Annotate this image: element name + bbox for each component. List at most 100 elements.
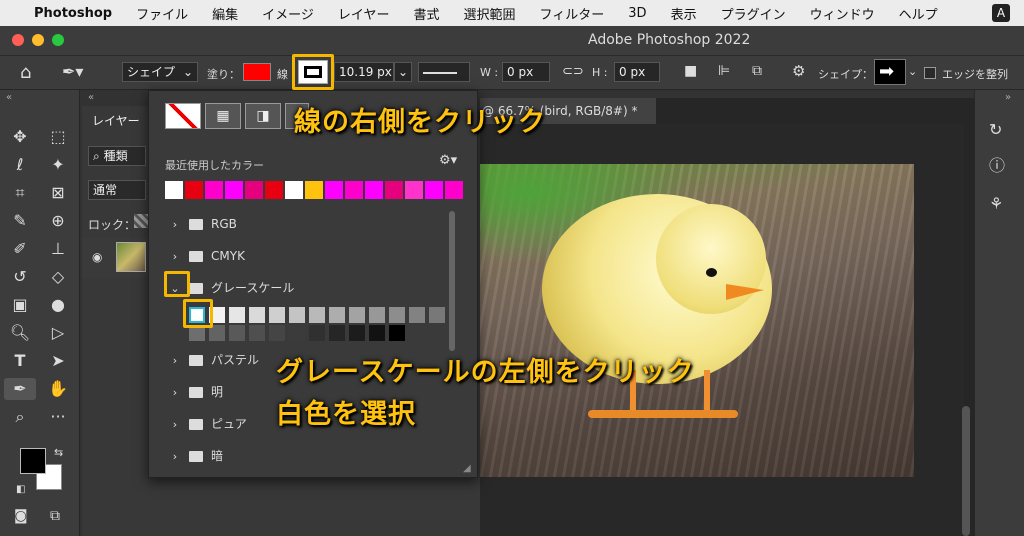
grayscale-swatch[interactable] <box>369 307 385 323</box>
path-operations-icon[interactable]: ■ <box>684 63 697 79</box>
recent-color-swatch[interactable] <box>425 181 443 199</box>
chevron-right-icon[interactable]: › <box>165 244 185 270</box>
swatch-folder-row[interactable]: › 暗 <box>165 443 449 469</box>
popup-scrollbar[interactable] <box>449 211 455 351</box>
menu-image[interactable]: イメージ <box>250 4 326 23</box>
recent-color-swatch[interactable] <box>445 181 463 199</box>
grayscale-swatch[interactable] <box>369 325 385 341</box>
fill-color-swatch[interactable] <box>243 63 271 81</box>
vertical-scrollbar[interactable] <box>962 406 970 536</box>
no-color-button[interactable] <box>165 103 201 129</box>
gear-icon[interactable]: ⚙ <box>792 62 805 80</box>
resize-grip-icon[interactable]: ◢ <box>463 463 471 474</box>
height-input[interactable]: 0 px <box>614 62 660 82</box>
app-menu[interactable]: Photoshop <box>26 6 124 21</box>
tool-mode-select[interactable]: シェイプ ⌄ <box>122 62 198 82</box>
recent-color-swatch[interactable] <box>265 181 283 199</box>
menu-help[interactable]: ヘルプ <box>887 4 950 23</box>
grayscale-swatch[interactable] <box>269 307 285 323</box>
recent-color-swatch[interactable] <box>205 181 223 199</box>
gradient-tool-icon[interactable]: ▣ <box>8 294 32 316</box>
blend-mode-select[interactable]: 通常 <box>88 180 146 200</box>
chevron-right-icon[interactable]: › <box>165 380 185 406</box>
more-tools-icon[interactable]: ··· <box>46 406 70 428</box>
grayscale-swatch[interactable] <box>349 307 365 323</box>
eraser-tool-icon[interactable]: ◇ <box>46 266 70 288</box>
align-edges-checkbox[interactable] <box>924 67 936 79</box>
menu-type[interactable]: 書式 <box>402 4 452 23</box>
lasso-tool-icon[interactable]: ℓ <box>8 154 32 176</box>
recent-color-swatch[interactable] <box>165 181 183 199</box>
layer-row[interactable]: ◉ <box>82 238 148 278</box>
swatch-folder-row[interactable]: ⌄ グレースケール <box>165 275 449 301</box>
history-panel-icon[interactable]: ↻ <box>989 120 1002 139</box>
link-icon[interactable]: ⊂⊃ <box>562 64 584 79</box>
grayscale-swatch[interactable] <box>229 325 245 341</box>
grayscale-swatch[interactable] <box>289 307 305 323</box>
frame-tool-icon[interactable]: ⊠ <box>46 182 70 204</box>
zoom-tool-icon[interactable]: ⌕ <box>8 406 32 428</box>
recent-color-swatch[interactable] <box>385 181 403 199</box>
patch-tool-icon[interactable]: ⊕ <box>46 210 70 232</box>
gear-icon[interactable]: ⚙▾ <box>439 153 457 168</box>
menu-select[interactable]: 選択範囲 <box>452 4 528 23</box>
recent-color-swatch[interactable] <box>325 181 343 199</box>
dodge-tool-icon[interactable]: 🔍︎ <box>8 322 32 344</box>
recent-color-swatch[interactable] <box>225 181 243 199</box>
grayscale-swatch[interactable] <box>309 307 325 323</box>
recent-color-swatch[interactable] <box>285 181 303 199</box>
info-icon[interactable]: ⓘ <box>989 152 1005 176</box>
recent-color-swatch[interactable] <box>405 181 423 199</box>
stroke-width-input[interactable]: 10.19 px <box>334 62 394 82</box>
recent-color-swatch[interactable] <box>365 181 383 199</box>
grayscale-swatch[interactable] <box>249 307 265 323</box>
grayscale-swatch[interactable] <box>349 325 365 341</box>
recent-color-swatch[interactable] <box>305 181 323 199</box>
input-source-badge[interactable]: A <box>992 4 1010 22</box>
menu-window[interactable]: ウィンドウ <box>798 4 887 23</box>
menu-3d[interactable]: 3D <box>616 6 658 21</box>
eyedropper-tool-icon[interactable]: ✎ <box>8 210 32 232</box>
chevron-right-icon[interactable]: › <box>165 212 185 238</box>
stroke-width-dropdown[interactable]: ⌄ <box>394 62 412 82</box>
grayscale-swatch[interactable] <box>329 325 345 341</box>
home-icon[interactable]: ⌂ <box>20 62 31 83</box>
grayscale-swatch[interactable] <box>289 325 305 341</box>
magic-wand-tool-icon[interactable]: ✦ <box>46 154 70 176</box>
recent-color-swatch[interactable] <box>345 181 363 199</box>
blur-tool-icon[interactable]: ● <box>46 294 70 316</box>
custom-shape-tool-icon[interactable]: ✒ <box>4 378 36 400</box>
menu-layer[interactable]: レイヤー <box>326 4 402 23</box>
pen-tool-icon[interactable]: ▷ <box>46 322 70 344</box>
layers-tab[interactable]: レイヤー <box>92 112 140 129</box>
lock-transparent-icon[interactable] <box>134 214 148 228</box>
collapse-panel-icon[interactable]: « <box>6 92 12 103</box>
swatch-folder-row[interactable]: › RGB <box>165 211 449 237</box>
path-arrangement-icon[interactable]: ⧉ <box>752 63 762 79</box>
swap-colors-icon[interactable]: ⇆ <box>54 446 63 459</box>
freeform-pen-tool-icon[interactable]: ✒▾ <box>62 62 83 81</box>
grayscale-swatch[interactable] <box>269 325 285 341</box>
crop-tool-icon[interactable]: ⌗ <box>8 182 32 204</box>
grayscale-swatch[interactable] <box>309 325 325 341</box>
gradient-button[interactable]: ◨ <box>245 103 281 129</box>
recent-color-swatch[interactable] <box>245 181 263 199</box>
path-selection-tool-icon[interactable]: ➤ <box>46 350 70 372</box>
chevron-down-icon[interactable]: ⌄ <box>908 65 917 78</box>
path-alignment-icon[interactable]: ⊫ <box>718 63 730 79</box>
visibility-eye-icon[interactable]: ◉ <box>92 250 102 264</box>
foreground-color-swatch[interactable] <box>20 448 46 474</box>
chevron-right-icon[interactable]: › <box>165 412 185 438</box>
menu-edit[interactable]: 編集 <box>200 4 250 23</box>
chevron-right-icon[interactable]: › <box>165 348 185 374</box>
collapse-panel-icon[interactable]: « <box>88 92 94 103</box>
menu-plugins[interactable]: プラグイン <box>709 4 798 23</box>
layer-thumbnail[interactable] <box>116 242 146 272</box>
default-colors-icon[interactable]: ◧ <box>16 484 25 495</box>
hand-tool-icon[interactable]: ✋ <box>46 378 70 400</box>
properties-panel-icon[interactable]: ⚘ <box>989 194 1003 213</box>
menu-view[interactable]: 表示 <box>659 4 709 23</box>
minimize-window-button[interactable] <box>32 34 44 46</box>
swatch-folder-row[interactable]: › CMYK <box>165 243 449 269</box>
grayscale-swatch[interactable] <box>229 307 245 323</box>
